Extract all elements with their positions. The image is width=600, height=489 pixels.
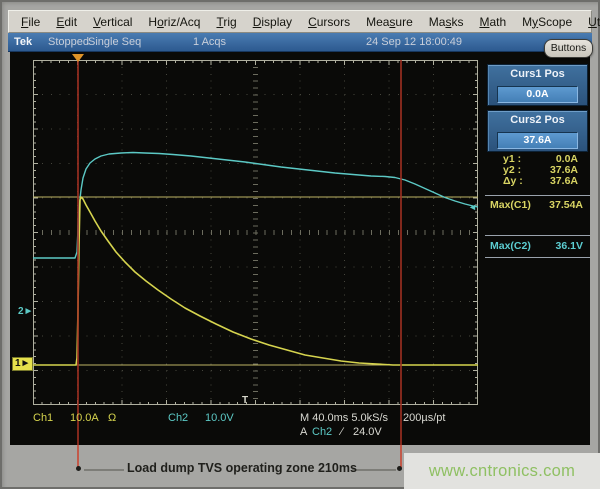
ch1-readout-name[interactable]: Ch1 (33, 412, 53, 424)
acquisition-count: 1 Acqs (193, 36, 226, 48)
watermark: www.cntronics.com (404, 453, 600, 489)
menu-item-display[interactable]: Display (245, 15, 300, 29)
menu-item-vertical[interactable]: Vertical (85, 15, 140, 29)
curs2-pos-title: Curs2 Pos (488, 114, 587, 126)
ch2-trace-end-icon: ◄ (468, 202, 477, 212)
trigger-source: Ch2 (312, 426, 332, 438)
curs1-pos-title: Curs1 Pos (488, 68, 587, 80)
trigger-prefix: A (300, 426, 307, 438)
curs1-pos-value[interactable]: 0.0A (497, 86, 578, 103)
zone-cursor-right-extension (400, 445, 402, 468)
max-c1-value: 37.54A (549, 199, 583, 211)
datetime: 24 Sep 12 18:00:49 (366, 36, 462, 48)
menu-item-horizacq[interactable]: Horiz/Acq (140, 15, 208, 29)
menu-item-edit[interactable]: Edit (48, 15, 85, 29)
zone-cursor-right[interactable] (400, 60, 402, 445)
annotation-line-left (84, 469, 124, 471)
dy-value: 37.6A (550, 175, 578, 186)
annotation-dot-left (76, 466, 81, 471)
expansion-point-icon: T (242, 395, 248, 406)
menu-item-utilities[interactable]: Utilities (580, 15, 600, 29)
status-bar: Tek Stopped Single Seq 1 Acqs 24 Sep 12 … (8, 33, 592, 52)
cursor-control-panel: Curs1 Pos 0.0A Curs2 Pos 37.6A y1 : 0.0A… (487, 52, 590, 445)
max-c2-label: Max(C2) (490, 240, 531, 252)
ch2-scale: 10.0V (205, 412, 234, 424)
curs1-pos-control: Curs1 Pos 0.0A (487, 64, 588, 106)
divider (485, 235, 590, 236)
menu-item-myscope[interactable]: MyScope (514, 15, 580, 29)
ch1-scale: 10.0A (70, 412, 99, 424)
divider (485, 195, 590, 196)
annotation-dot-right (397, 466, 402, 471)
dy-label: Δy : (503, 175, 523, 186)
zone-cursor-left[interactable] (77, 60, 79, 445)
ch1-reference-marker[interactable]: 1► (12, 357, 33, 371)
acquisition-mode: Single Seq (88, 36, 141, 48)
timebase-readout: M 40.0ms 5.0kS/s (300, 412, 388, 424)
trigger-slope-icon: ∕ (341, 426, 343, 438)
ch1-coupling: Ω (108, 412, 116, 424)
buttons-button[interactable]: Buttons (544, 39, 593, 58)
zone-cursor-left-extension (77, 445, 79, 468)
cursor-y1-row: y1 : 0.0A (503, 153, 578, 164)
y1-value: 0.0A (556, 153, 578, 164)
measurement-max-c1: Max(C1) 37.54A (490, 199, 583, 211)
menu-item-cursors[interactable]: Cursors (300, 15, 358, 29)
trigger-position-icon[interactable] (72, 54, 84, 62)
acquisition-state: Stopped (48, 36, 89, 48)
measurement-max-c2: Max(C2) 36.1V (490, 240, 583, 252)
menu-item-masks[interactable]: Masks (421, 15, 472, 29)
max-c1-label: Max(C1) (490, 199, 531, 211)
ch2-readout-name[interactable]: Ch2 (168, 412, 188, 424)
menu-item-math[interactable]: Math (471, 15, 514, 29)
ch2-reference-marker[interactable]: 2► (18, 306, 33, 317)
menu-item-file[interactable]: File (13, 15, 48, 29)
y2-value: 37.6A (550, 164, 578, 175)
resolution-readout: 200µs/pt (403, 412, 445, 424)
max-c2-value: 36.1V (556, 240, 583, 252)
trigger-level: 24.0V (353, 426, 382, 438)
menu-bar: FileEditVerticalHoriz/AcqTrigDisplayCurs… (8, 10, 592, 33)
curs2-pos-value[interactable]: 37.6A (497, 132, 578, 149)
tek-logo: Tek (14, 36, 32, 48)
scope-screen: 2► 1► ◄ T Ch1 10.0A Ω Ch2 10.0V M 40.0ms… (10, 52, 590, 445)
cursor-y2-row: y2 : 37.6A (503, 164, 578, 175)
curs2-pos-control: Curs2 Pos 37.6A (487, 110, 588, 152)
menu-item-trig[interactable]: Trig (208, 15, 244, 29)
graticule (33, 60, 478, 405)
menu-item-measure[interactable]: Measure (358, 15, 421, 29)
y1-label: y1 : (503, 153, 521, 164)
cursor-dy-row: Δy : 37.6A (503, 175, 578, 186)
oscilloscope-window: { "menu": { "items": [ {"label":"File","… (0, 0, 600, 489)
annotation-line-right (352, 469, 396, 471)
y2-label: y2 : (503, 164, 521, 175)
divider (485, 257, 590, 258)
annotation-text: Load dump TVS operating zone 210ms (127, 461, 357, 475)
